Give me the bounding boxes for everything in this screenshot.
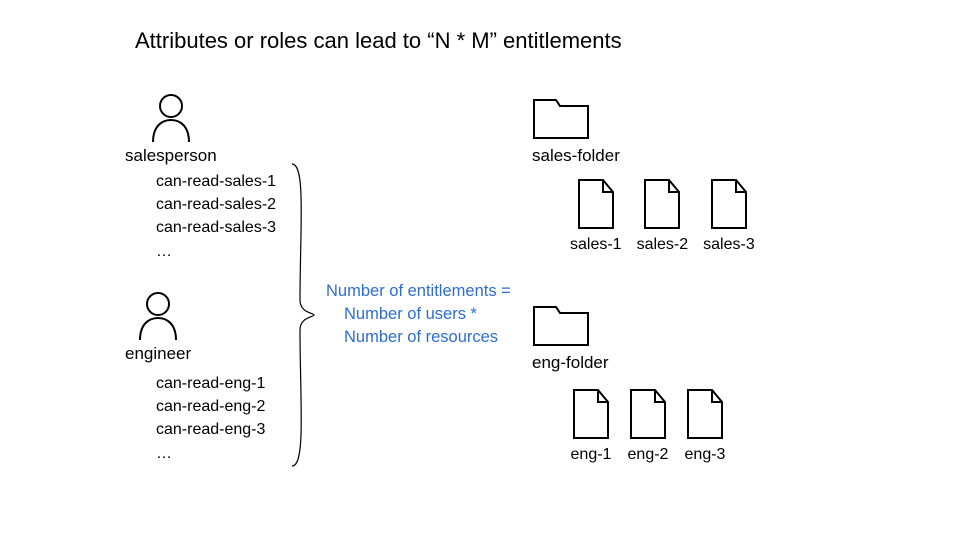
file-icon [703, 178, 755, 230]
file-label: sales-3 [703, 236, 755, 254]
user-engineer: engineer [125, 290, 191, 364]
file-label: sales-1 [570, 236, 622, 254]
salesperson-permissions: can-read-sales-1 can-read-sales-2 can-re… [156, 170, 276, 263]
folder-label: sales-folder [532, 146, 620, 166]
sales-files-row: sales-1 sales-2 sales-3 [570, 178, 755, 254]
file-icon [637, 178, 689, 230]
formula-text: Number of entitlements = Number of users… [326, 280, 511, 349]
file-eng-3: eng-3 [684, 388, 726, 464]
file-sales-3: sales-3 [703, 178, 755, 254]
formula-line: Number of users * [326, 303, 511, 326]
perm-item: can-read-eng-3 [156, 418, 265, 441]
perm-item: can-read-eng-2 [156, 395, 265, 418]
folder-icon [532, 303, 609, 347]
folder-icon [532, 96, 620, 140]
file-sales-1: sales-1 [570, 178, 622, 254]
perm-item: … [156, 240, 276, 263]
folder-sales: sales-folder [532, 96, 620, 166]
user-icon [125, 290, 191, 340]
file-icon [570, 178, 622, 230]
formula-line: Number of resources [326, 326, 511, 349]
eng-files-row: eng-1 eng-2 eng-3 [570, 388, 726, 464]
folder-label: eng-folder [532, 353, 609, 373]
file-label: eng-1 [570, 446, 612, 464]
user-label: salesperson [125, 146, 217, 166]
folder-eng: eng-folder [532, 303, 609, 373]
file-icon [684, 388, 726, 440]
file-icon [627, 388, 669, 440]
perm-item: can-read-sales-1 [156, 170, 276, 193]
perm-item: can-read-sales-3 [156, 216, 276, 239]
perm-item: can-read-eng-1 [156, 372, 265, 395]
curly-brace-icon [288, 160, 318, 475]
file-eng-2: eng-2 [627, 388, 669, 464]
diagram-title: Attributes or roles can lead to “N * M” … [135, 28, 622, 54]
file-sales-2: sales-2 [637, 178, 689, 254]
file-label: eng-2 [627, 446, 669, 464]
perm-item: … [156, 442, 265, 465]
formula-line: Number of entitlements = [326, 280, 511, 303]
user-salesperson: salesperson [125, 92, 217, 166]
perm-item: can-read-sales-2 [156, 193, 276, 216]
file-label: sales-2 [637, 236, 689, 254]
user-label: engineer [125, 344, 191, 364]
file-eng-1: eng-1 [570, 388, 612, 464]
file-icon [570, 388, 612, 440]
engineer-permissions: can-read-eng-1 can-read-eng-2 can-read-e… [156, 372, 265, 465]
user-icon [125, 92, 217, 142]
file-label: eng-3 [684, 446, 726, 464]
